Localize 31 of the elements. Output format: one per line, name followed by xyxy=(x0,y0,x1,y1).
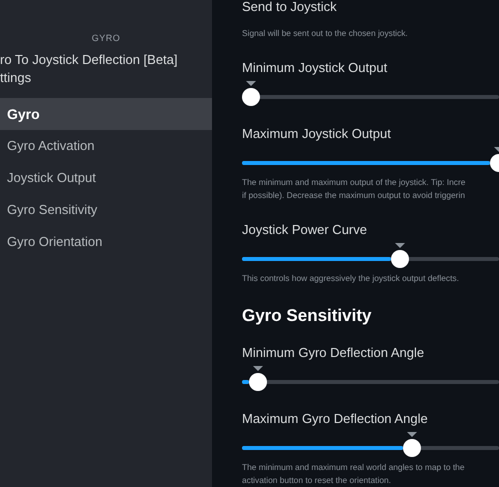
sidebar-item[interactable]: Gyro Activation xyxy=(0,130,212,162)
sidebar-item[interactable]: Gyro xyxy=(0,98,212,130)
slider-track[interactable] xyxy=(242,432,499,457)
setting-description: The minimum and maximum output of the joystick. Tip: Incre if possible). Decrease the maximum output to avoid triggerin xyxy=(242,176,466,202)
slider-track[interactable] xyxy=(242,243,499,268)
setting-description: Signal will be sent out to the chosen joystick. xyxy=(242,27,409,40)
default-marker-icon xyxy=(406,432,417,437)
default-marker-icon xyxy=(395,243,406,248)
setting-label: Minimum Gyro Deflection Angle xyxy=(242,345,426,361)
section-label: GYRO xyxy=(90,33,122,44)
default-marker-icon xyxy=(252,366,263,371)
sidebar-item[interactable]: Gyro Sensitivity xyxy=(0,194,212,226)
sidebar-item[interactable]: Joystick Output xyxy=(0,162,212,194)
setting-label: Send to Joystick xyxy=(242,0,338,15)
setting-label: Maximum Joystick Output xyxy=(242,126,392,142)
setting-label: Minimum Joystick Output xyxy=(242,60,388,76)
slider-thumb[interactable] xyxy=(391,250,410,268)
slider-track[interactable] xyxy=(242,147,499,172)
setting-description: The minimum and maximum real world angles to map to the activation button to reset the orientation. xyxy=(242,461,466,487)
slider-thumb[interactable] xyxy=(248,373,267,391)
setting-label: Maximum Gyro Deflection Angle xyxy=(242,411,429,427)
section-heading: Gyro Sensitivity xyxy=(242,305,372,327)
slider-thumb[interactable] xyxy=(402,439,421,457)
setting-description: This controls how aggressively the joystick output deflects. xyxy=(242,272,460,285)
default-marker-icon xyxy=(246,81,256,86)
setting-label: Joystick Power Curve xyxy=(242,222,368,238)
sidebar-item[interactable]: Gyro Orientation xyxy=(0,226,212,258)
panel-title: ro To Joystick Deflection [Beta] ttings xyxy=(0,51,179,87)
slider-thumb[interactable] xyxy=(242,88,260,106)
slider-track[interactable] xyxy=(242,366,499,391)
slider-track[interactable] xyxy=(242,81,499,106)
